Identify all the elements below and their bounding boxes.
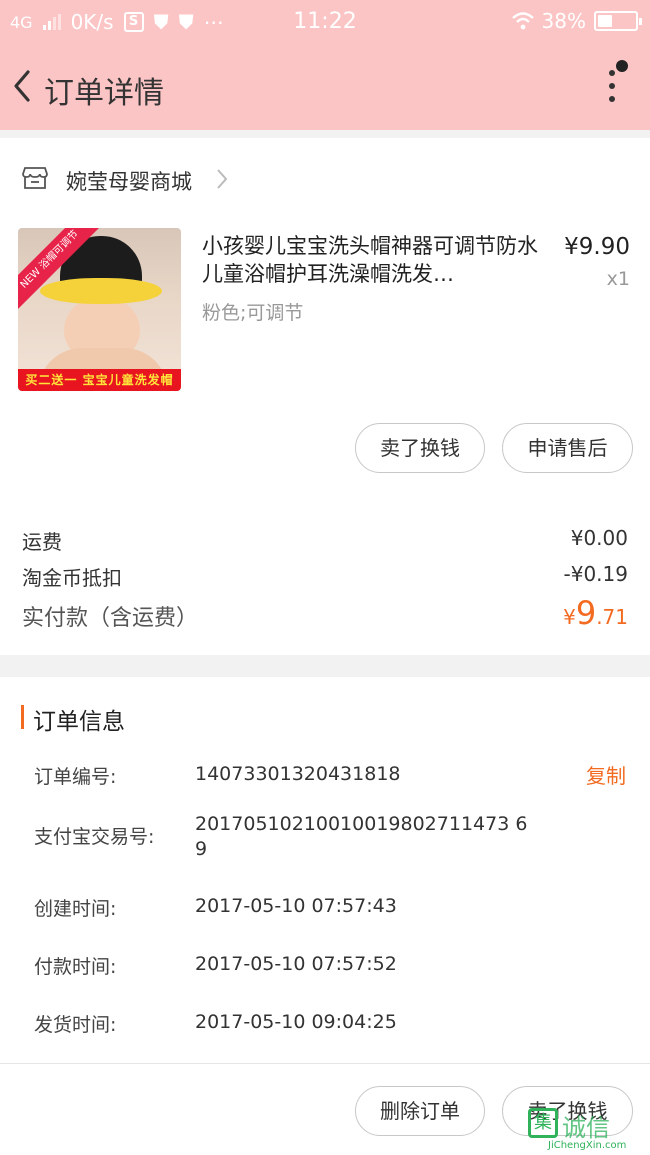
fee-value: ¥0.00 bbox=[570, 526, 628, 550]
total-amount: ¥9.71 bbox=[563, 594, 628, 632]
total-paid-row: 实付款（含运费） ¥9.71 bbox=[22, 594, 628, 632]
request-aftersale-button[interactable]: 申请售后 bbox=[502, 423, 633, 473]
more-options-icon[interactable] bbox=[608, 70, 620, 110]
shop-name: 婉莹母婴商城 bbox=[66, 170, 192, 194]
battery-icon bbox=[594, 11, 642, 31]
status-bar: 4G 0K/s S ⛊ ⛊ ⋯ 11:22 38% bbox=[0, 0, 650, 44]
product-price: ¥9.90 bbox=[564, 234, 630, 260]
fee-row-coin-discount: 淘金币抵扣 -¥0.19 bbox=[22, 562, 628, 591]
sell-for-cash-button[interactable]: 卖了换钱 bbox=[355, 423, 485, 473]
back-arrow-icon[interactable] bbox=[8, 66, 38, 106]
info-label: 付款时间: bbox=[34, 956, 117, 978]
info-value: 2017-05-10 09:04:25 bbox=[195, 1011, 397, 1033]
section-divider bbox=[0, 655, 650, 677]
section-divider bbox=[0, 130, 650, 138]
battery-percent: 38% bbox=[541, 9, 586, 33]
product-thumbnail[interactable]: NEW 浴帽可调节 买二送一 宝宝儿童洗发帽 bbox=[18, 228, 181, 391]
fee-label: 淘金币抵扣 bbox=[22, 566, 122, 590]
chevron-right-icon bbox=[217, 169, 228, 189]
info-label: 订单编号: bbox=[34, 766, 117, 788]
delete-order-button[interactable]: 删除订单 bbox=[355, 1086, 485, 1136]
info-label: 支付宝交易号: bbox=[34, 826, 155, 848]
order-info-title: 订单信息 bbox=[33, 709, 125, 735]
watermark-logo: 集 诚信 JiChengXin.com bbox=[528, 1106, 644, 1151]
shop-row[interactable]: 婉莹母婴商城 bbox=[0, 138, 650, 222]
product-spec: 粉色;可调节 bbox=[202, 302, 304, 324]
fee-value: -¥0.19 bbox=[563, 562, 628, 586]
store-icon bbox=[22, 167, 48, 189]
info-value: 2017-05-10 07:57:52 bbox=[195, 953, 397, 975]
notification-dot bbox=[616, 60, 628, 72]
thumbnail-banner: 买二送一 宝宝儿童洗发帽 bbox=[18, 369, 181, 391]
section-accent-bar bbox=[21, 705, 24, 729]
total-label: 实付款（含运费） bbox=[22, 606, 199, 631]
wifi-icon bbox=[511, 12, 534, 30]
battery-fill bbox=[598, 15, 612, 27]
fee-row-shipping: 运费 ¥0.00 bbox=[22, 526, 628, 555]
info-label: 发货时间: bbox=[34, 1014, 117, 1036]
fee-label: 运费 bbox=[22, 530, 62, 554]
info-value: 20170510210010019802711473 69 bbox=[195, 813, 528, 860]
status-right: 38% bbox=[511, 9, 642, 33]
info-value: 2017-05-10 07:57:43 bbox=[195, 895, 397, 917]
product-quantity: x1 bbox=[606, 268, 630, 290]
navigation-bar: 订单详情 bbox=[0, 44, 650, 130]
info-label: 创建时间: bbox=[34, 898, 117, 920]
footer-divider bbox=[0, 1063, 650, 1064]
info-value: 14073301320431818 bbox=[195, 763, 401, 785]
page-title: 订单详情 bbox=[44, 76, 164, 111]
copy-order-number-button[interactable]: 复制 bbox=[586, 760, 626, 789]
product-title[interactable]: 小孩婴儿宝宝洗头帽神器可调节防水儿童浴帽护耳洗澡帽洗发… bbox=[202, 232, 538, 288]
